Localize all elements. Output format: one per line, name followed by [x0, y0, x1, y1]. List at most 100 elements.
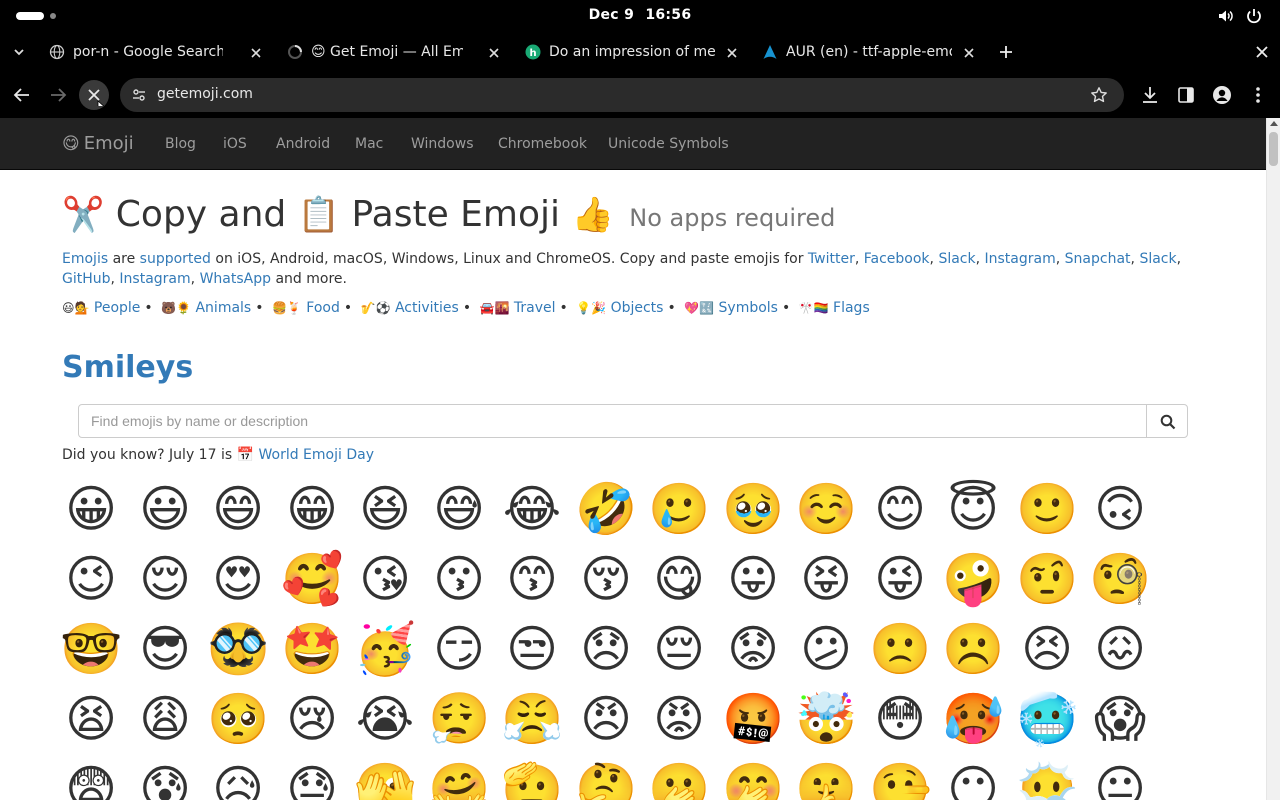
close-tab-icon[interactable] — [249, 46, 263, 60]
emoji-copy-button[interactable]: 🙂 — [1016, 478, 1078, 540]
emoji-copy-button[interactable]: 😚 — [575, 548, 637, 610]
category-link-travel[interactable]: Travel — [514, 300, 556, 316]
emoji-copy-button[interactable]: 🥰 — [281, 548, 343, 610]
emoji-copy-button[interactable]: 🤗 — [428, 758, 490, 800]
emoji-copy-button[interactable]: 🤨 — [1016, 548, 1078, 610]
emoji-copy-button[interactable]: 😰 — [134, 758, 196, 800]
site-info-tune-icon[interactable] — [130, 86, 148, 104]
address-bar[interactable]: getemoji.com — [120, 78, 1124, 112]
emoji-copy-button[interactable]: 😔 — [648, 618, 710, 680]
emoji-copy-button[interactable]: 😨 — [60, 758, 122, 800]
clock[interactable]: Dec 9 16:56 — [0, 7, 1280, 23]
scrollbar-thumb[interactable] — [1269, 132, 1278, 166]
link-world-emoji-day[interactable]: World Emoji Day — [258, 447, 374, 463]
emoji-copy-button[interactable]: 😶 — [942, 758, 1004, 800]
emoji-copy-button[interactable]: 🥶 — [1016, 688, 1078, 750]
close-tab-icon[interactable] — [487, 46, 501, 60]
emoji-copy-button[interactable]: 🧐 — [1089, 548, 1151, 610]
emoji-copy-button[interactable]: 😎 — [134, 618, 196, 680]
link-snapchat[interactable]: Snapchat — [1065, 251, 1131, 267]
emoji-copy-button[interactable]: 😡 — [648, 688, 710, 750]
emoji-copy-button[interactable]: 🥺 — [207, 688, 269, 750]
emoji-copy-button[interactable]: 🥵 — [942, 688, 1004, 750]
tab-aur[interactable]: AUR (en) - ttf-apple-emo — [762, 38, 982, 68]
forward-arrow-icon[interactable] — [47, 84, 69, 106]
link-slack-2[interactable]: Slack — [1139, 251, 1176, 267]
volume-icon[interactable] — [1217, 7, 1235, 25]
emoji-copy-button[interactable]: 😮‍💨 — [428, 688, 490, 750]
tab-chatbot[interactable]: h Do an impression of me — [525, 38, 745, 68]
emoji-copy-button[interactable]: 😥 — [207, 758, 269, 800]
emoji-copy-button[interactable]: 😃 — [134, 478, 196, 540]
link-emojis[interactable]: Emojis — [62, 251, 108, 267]
emoji-copy-button[interactable]: 😭 — [354, 688, 416, 750]
emoji-copy-button[interactable]: 😆 — [354, 478, 416, 540]
category-link-flags[interactable]: Flags — [833, 300, 870, 316]
emoji-copy-button[interactable]: 🤩 — [281, 618, 343, 680]
emoji-copy-button[interactable]: 😠 — [575, 688, 637, 750]
nav-link-android[interactable]: Android — [276, 136, 330, 152]
link-twitter[interactable]: Twitter — [808, 251, 855, 267]
link-github[interactable]: GitHub — [62, 271, 111, 287]
emoji-copy-button[interactable]: 😶‍🌫️ — [1016, 758, 1078, 800]
emoji-copy-button[interactable]: 😛 — [722, 548, 784, 610]
more-menu-icon[interactable] — [1247, 84, 1269, 106]
emoji-copy-button[interactable]: 🙁 — [869, 618, 931, 680]
emoji-copy-button[interactable]: 🫣 — [354, 758, 416, 800]
category-link-people[interactable]: People — [94, 300, 141, 316]
category-link-activities[interactable]: Activities — [395, 300, 459, 316]
category-link-animals[interactable]: Animals — [195, 300, 251, 316]
tab-google-search[interactable]: por-n - Google Search — [49, 38, 269, 68]
emoji-copy-button[interactable]: 😩 — [134, 688, 196, 750]
emoji-copy-button[interactable]: 😐 — [1089, 758, 1151, 800]
nav-link-ios[interactable]: iOS — [223, 136, 247, 152]
tab-get-emoji[interactable]: 😊 Get Emoji — All Emoj — [287, 38, 507, 68]
link-instagram-2[interactable]: Instagram — [119, 271, 190, 287]
emoji-copy-button[interactable]: 😤 — [501, 688, 563, 750]
emoji-copy-button[interactable]: 😁 — [281, 478, 343, 540]
emoji-copy-button[interactable]: 😏 — [428, 618, 490, 680]
nav-link-blog[interactable]: Blog — [165, 136, 196, 152]
emoji-copy-button[interactable]: 😄 — [207, 478, 269, 540]
emoji-copy-button[interactable]: 😜 — [869, 548, 931, 610]
emoji-copy-button[interactable]: 😉 — [60, 548, 122, 610]
emoji-copy-button[interactable]: 😍 — [207, 548, 269, 610]
emoji-copy-button[interactable]: 😞 — [575, 618, 637, 680]
emoji-copy-button[interactable]: ☺️ — [795, 478, 857, 540]
nav-link-mac[interactable]: Mac — [355, 136, 383, 152]
link-whatsapp[interactable]: WhatsApp — [200, 271, 271, 287]
profile-avatar-icon[interactable] — [1211, 84, 1233, 106]
emoji-copy-button[interactable]: 🤬 — [722, 688, 784, 750]
emoji-copy-button[interactable]: 🫡 — [501, 758, 563, 800]
emoji-copy-button[interactable]: 😓 — [281, 758, 343, 800]
emoji-copy-button[interactable]: 🥸 — [207, 618, 269, 680]
emoji-copy-button[interactable]: 😀 — [60, 478, 122, 540]
tab-search-chevron-icon[interactable] — [10, 43, 28, 61]
emoji-copy-button[interactable]: 😙 — [501, 548, 563, 610]
emoji-copy-button[interactable]: 🤯 — [795, 688, 857, 750]
emoji-copy-button[interactable]: 🥹 — [722, 478, 784, 540]
emoji-copy-button[interactable]: 😢 — [281, 688, 343, 750]
emoji-copy-button[interactable]: 😘 — [354, 548, 416, 610]
emoji-copy-button[interactable]: 🙃 — [1089, 478, 1151, 540]
emoji-copy-button[interactable]: 😫 — [60, 688, 122, 750]
emoji-copy-button[interactable]: 🤔 — [575, 758, 637, 800]
emoji-copy-button[interactable]: 😱 — [1089, 688, 1151, 750]
site-brand[interactable]: 😋 Emoji — [62, 133, 134, 154]
stop-loading-icon[interactable] — [83, 84, 105, 106]
emoji-copy-button[interactable]: 🥳 — [354, 618, 416, 680]
emoji-copy-button[interactable]: 🫢 — [648, 758, 710, 800]
emoji-copy-button[interactable]: 🤭 — [722, 758, 784, 800]
link-slack[interactable]: Slack — [938, 251, 975, 267]
scroll-up-arrow-icon[interactable] — [1270, 121, 1278, 126]
close-tab-icon[interactable] — [962, 46, 976, 60]
power-icon[interactable] — [1245, 7, 1263, 25]
emoji-copy-button[interactable]: 😇 — [942, 478, 1004, 540]
emoji-copy-button[interactable]: 🤪 — [942, 548, 1004, 610]
window-close-icon[interactable] — [1253, 43, 1271, 61]
link-instagram[interactable]: Instagram — [985, 251, 1056, 267]
emoji-copy-button[interactable]: 😂 — [501, 478, 563, 540]
emoji-copy-button[interactable]: 🤣 — [575, 478, 637, 540]
emoji-copy-button[interactable]: 😅 — [428, 478, 490, 540]
nav-link-chromebook[interactable]: Chromebook — [498, 136, 587, 152]
